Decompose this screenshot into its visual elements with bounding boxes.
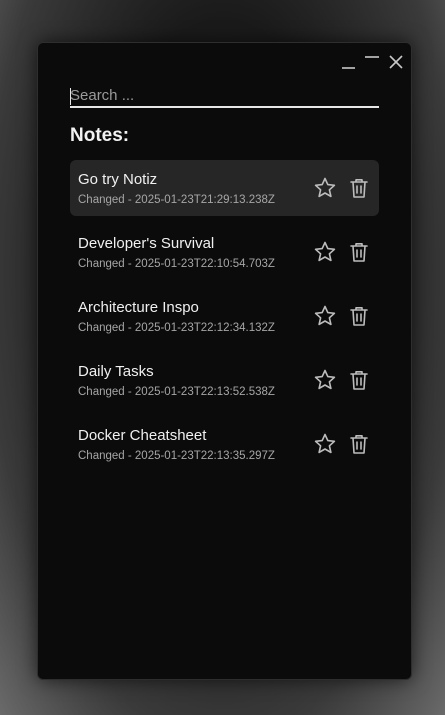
- notes-heading: Notes:: [70, 125, 130, 146]
- trash-icon[interactable]: [347, 304, 371, 328]
- star-icon[interactable]: [313, 368, 337, 392]
- note-title: Daily Tasks: [78, 363, 154, 380]
- note-list: Go try Notiz Changed - 2025-01-23T21:29:…: [70, 160, 379, 480]
- note-changed-timestamp: Changed - 2025-01-23T22:13:52.538Z: [78, 386, 275, 398]
- trash-icon[interactable]: [347, 176, 371, 200]
- trash-icon[interactable]: [347, 432, 371, 456]
- note-actions: [313, 176, 371, 200]
- note-changed-timestamp: Changed - 2025-01-23T22:12:34.132Z: [78, 322, 275, 334]
- note-changed-timestamp: Changed - 2025-01-23T21:29:13.238Z: [78, 194, 275, 206]
- star-icon[interactable]: [313, 432, 337, 456]
- note-title: Docker Cheatsheet: [78, 427, 207, 444]
- maximize-icon[interactable]: [363, 53, 381, 71]
- notes-window: Notes: Go try Notiz Changed - 2025-01-23…: [37, 42, 412, 680]
- star-icon[interactable]: [313, 176, 337, 200]
- note-title: Go try Notiz: [78, 171, 158, 188]
- note-actions: [313, 368, 371, 392]
- minimize-icon[interactable]: [339, 53, 357, 71]
- star-icon[interactable]: [313, 240, 337, 264]
- note-item[interactable]: Developer's Survival Changed - 2025-01-2…: [70, 224, 379, 280]
- note-changed-timestamp: Changed - 2025-01-23T22:13:35.297Z: [78, 450, 275, 462]
- note-actions: [313, 432, 371, 456]
- note-changed-timestamp: Changed - 2025-01-23T22:10:54.703Z: [78, 258, 275, 270]
- trash-icon[interactable]: [347, 368, 371, 392]
- note-item[interactable]: Daily Tasks Changed - 2025-01-23T22:13:5…: [70, 352, 379, 408]
- note-title: Developer's Survival: [78, 235, 215, 252]
- note-item[interactable]: Docker Cheatsheet Changed - 2025-01-23T2…: [70, 416, 379, 472]
- text-caret: [70, 88, 71, 105]
- note-actions: [313, 304, 371, 328]
- search-input[interactable]: [70, 85, 379, 108]
- note-actions: [313, 240, 371, 264]
- close-icon[interactable]: [387, 53, 405, 71]
- note-item[interactable]: Architecture Inspo Changed - 2025-01-23T…: [70, 288, 379, 344]
- window-controls: [339, 53, 405, 71]
- note-item[interactable]: Go try Notiz Changed - 2025-01-23T21:29:…: [70, 160, 379, 216]
- search-container: [70, 85, 379, 108]
- trash-icon[interactable]: [347, 240, 371, 264]
- note-title: Architecture Inspo: [78, 299, 199, 316]
- star-icon[interactable]: [313, 304, 337, 328]
